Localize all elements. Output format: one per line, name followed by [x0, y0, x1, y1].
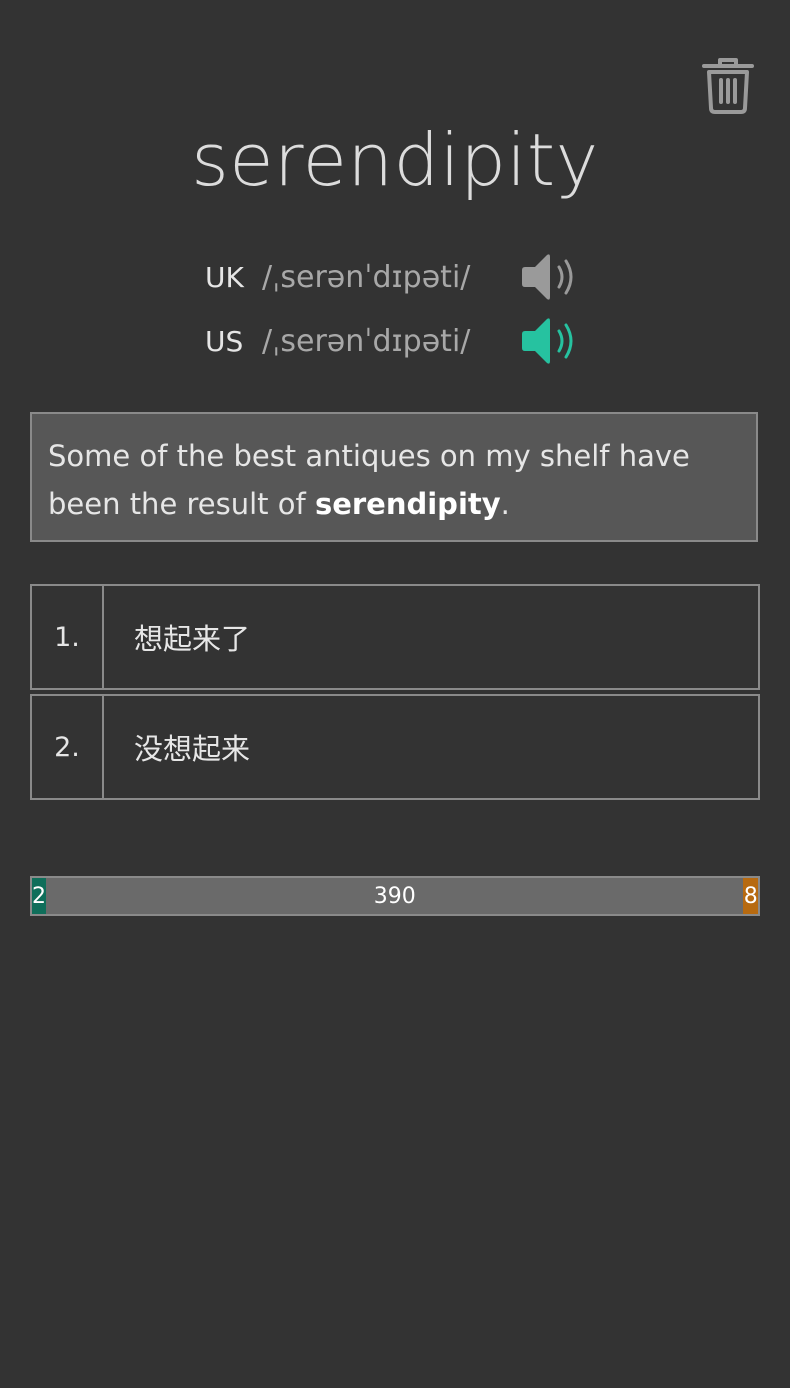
trash-icon — [702, 58, 754, 114]
delete-button[interactable] — [700, 56, 756, 116]
progress-wrong-count: 8 — [743, 878, 758, 914]
pronunciation-us: US /ˌserənˈdɪpəti/ — [205, 316, 581, 366]
speaker-icon[interactable] — [521, 250, 581, 304]
word-review-screen: serendipity UK /ˌserənˈdɪpəti/ US /ˌserə… — [0, 0, 790, 1388]
progress-remaining-count: 390 — [46, 878, 744, 914]
region-label-uk: UK — [205, 260, 244, 294]
example-sentence: Some of the best antiques on my shelf ha… — [30, 412, 758, 542]
speaker-icon[interactable] — [521, 314, 581, 368]
choice-forgot[interactable]: 2. 没想起来 — [30, 694, 760, 800]
example-highlight-word: serendipity — [314, 487, 501, 521]
example-text-after: . — [500, 487, 510, 521]
answer-choices: 1. 想起来了 2. 没想起来 — [30, 584, 760, 800]
phonetic-us: /ˌserənˈdɪpəti/ — [262, 323, 471, 359]
progress-bar: 2 390 8 — [30, 876, 760, 916]
region-label-us: US — [205, 324, 244, 358]
pronunciation-uk: UK /ˌserənˈdɪpəti/ — [205, 252, 581, 302]
choice-number: 2. — [32, 696, 104, 798]
phonetic-uk: /ˌserənˈdɪpəti/ — [262, 259, 471, 295]
choice-remembered[interactable]: 1. 想起来了 — [30, 584, 760, 690]
progress-known-count: 2 — [32, 878, 46, 914]
word-title: serendipity — [191, 118, 599, 202]
choice-number: 1. — [32, 586, 104, 688]
choice-label: 没想起来 — [134, 732, 251, 766]
choice-label: 想起来了 — [134, 622, 251, 656]
